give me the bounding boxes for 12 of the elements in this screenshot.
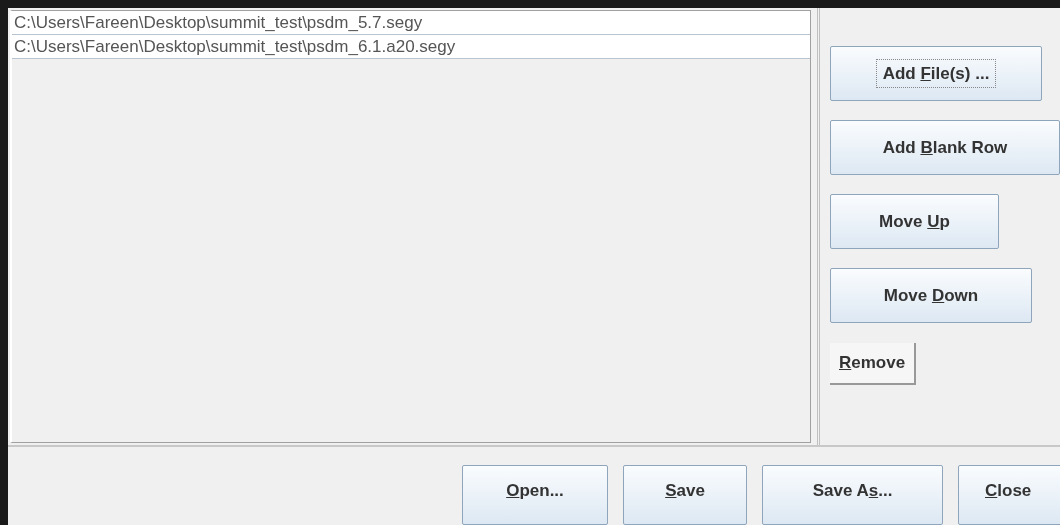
dialog-button[interactable]: Save As...: [762, 465, 943, 525]
file-path[interactable]: C:\Users\Fareen\Desktop\summit_test\psdm_6.1.a20.segy: [12, 35, 810, 59]
side-button[interactable]: Remove: [830, 343, 917, 385]
dialog-button[interactable]: Save: [623, 465, 747, 525]
side-button[interactable]: Move Up: [830, 194, 999, 249]
dialog-button[interactable]: Open...: [462, 465, 608, 525]
dialog-button[interactable]: Close: [958, 465, 1060, 525]
file-list[interactable]: C:\Users\Fareen\Desktop\summit_test\psdm_5.7.segy C:\Users\Fareen\Desktop\summit_test\psdm_6.1.a20.segy: [10, 10, 811, 443]
side-button[interactable]: Add Blank Row: [830, 120, 1060, 175]
side-button[interactable]: Add File(s) ...: [830, 46, 1042, 101]
file-path[interactable]: C:\Users\Fareen\Desktop\summit_test\psdm_5.7.segy: [12, 11, 810, 35]
side-button[interactable]: Move Down: [830, 268, 1032, 323]
